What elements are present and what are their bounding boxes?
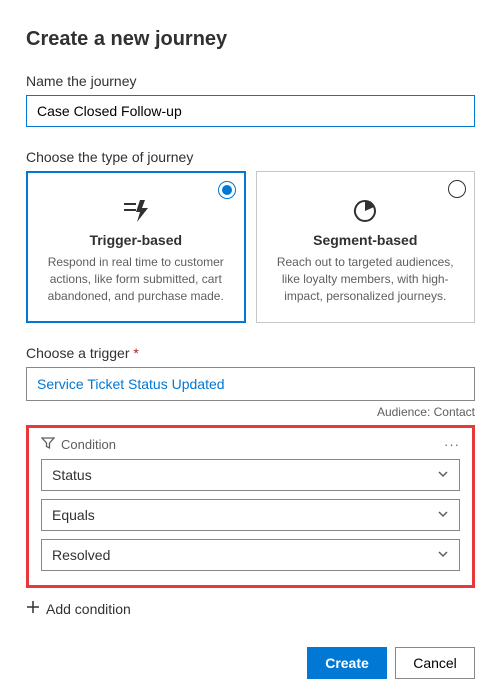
trigger-select[interactable]: Service Ticket Status Updated — [26, 367, 475, 401]
chevron-down-icon — [437, 547, 449, 563]
type-label: Choose the type of journey — [26, 149, 475, 165]
radio-unselected-icon — [448, 180, 466, 198]
condition-field-select[interactable]: Status — [41, 459, 460, 491]
condition-header: Condition — [61, 437, 116, 452]
plus-icon — [26, 600, 40, 617]
cancel-button[interactable]: Cancel — [395, 647, 475, 679]
trigger-icon — [41, 198, 231, 224]
dropdown-value: Status — [52, 467, 92, 483]
more-icon[interactable]: ··· — [444, 437, 460, 452]
radio-selected-icon — [218, 181, 236, 199]
segment-icon — [271, 198, 461, 224]
chevron-down-icon — [437, 467, 449, 483]
card-desc: Respond in real time to customer actions… — [41, 254, 231, 304]
condition-value-select[interactable]: Resolved — [41, 539, 460, 571]
journey-name-input[interactable] — [26, 95, 475, 127]
audience-label: Audience: Contact — [26, 405, 475, 419]
add-condition-button[interactable]: Add condition — [26, 600, 475, 617]
name-label: Name the journey — [26, 73, 475, 89]
trigger-label: Choose a trigger * — [26, 345, 475, 361]
add-condition-label: Add condition — [46, 601, 131, 617]
journey-type-trigger-based[interactable]: Trigger-based Respond in real time to cu… — [26, 171, 246, 323]
dropdown-value: Resolved — [52, 547, 110, 563]
card-title: Trigger-based — [41, 232, 231, 248]
card-desc: Reach out to targeted audiences, like lo… — [271, 254, 461, 304]
dropdown-value: Equals — [52, 507, 95, 523]
chevron-down-icon — [437, 507, 449, 523]
create-button[interactable]: Create — [307, 647, 387, 679]
journey-type-segment-based[interactable]: Segment-based Reach out to targeted audi… — [256, 171, 476, 323]
required-mark: * — [133, 345, 138, 361]
condition-operator-select[interactable]: Equals — [41, 499, 460, 531]
card-title: Segment-based — [271, 232, 461, 248]
condition-panel: Condition ··· Status Equals Resolved — [26, 425, 475, 588]
filter-icon — [41, 436, 55, 453]
page-title: Create a new journey — [26, 28, 475, 51]
trigger-value: Service Ticket Status Updated — [37, 376, 225, 392]
